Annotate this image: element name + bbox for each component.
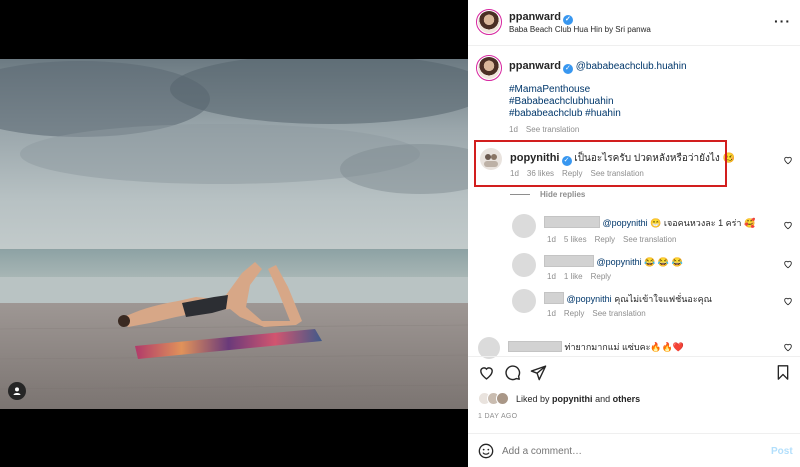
reply-meta: 1d Reply See translation [547,309,654,318]
comment-text: ท่ายากมากแม่ แซ่บคะ🔥🔥❤️ [564,342,685,352]
comment-icon[interactable] [504,364,521,381]
media-pane [0,0,468,467]
reply-time: 1d [547,309,556,318]
verified-badge-icon: ✓ [562,15,573,25]
post-header: ppanward ✓ Baba Beach Club Hua Hin by Sri… [468,0,800,46]
reply-avatar[interactable] [512,214,536,238]
heart-icon[interactable] [783,296,793,306]
liked-by-prefix: Liked by [516,394,550,404]
reply-button[interactable]: Reply [595,235,615,244]
highlight-box [474,140,727,187]
heart-icon[interactable] [478,364,495,381]
instagram-post-view: ppanward ✓ Baba Beach Club Hua Hin by Sri… [0,0,800,467]
hashtag-line[interactable]: #MamaPenthouse [509,84,621,96]
reply-meta: 1d 5 likes Reply See translation [547,235,684,244]
comment-item: ท่ายากมากแม่ แซ่บคะ🔥🔥❤️ [508,340,684,354]
emoji-icon[interactable] [478,443,494,459]
comment-composer: Post [468,433,800,467]
reply-item: @popynithi คุณไม่เข้าใจแฟชั่นอะคุณ [544,292,712,306]
see-translation-link[interactable]: See translation [526,125,579,134]
reply-mention[interactable]: @popynithi [597,257,642,267]
caption-meta: 1d See translation [509,125,587,134]
beach-photo-image [0,59,468,409]
reply-avatar[interactable] [512,289,536,313]
share-icon[interactable] [530,364,547,381]
author-avatar[interactable] [476,9,502,35]
liked-by-user[interactable]: popynithi [552,394,593,404]
reply-button[interactable]: Reply [591,272,611,281]
reply-mention[interactable]: @popynithi [603,218,648,228]
hashtag-line[interactable]: #bababeachclub #huahin [509,108,621,120]
reply-meta: 1d 1 like Reply [547,272,619,281]
caption-time: 1d [509,125,518,134]
reply-likes[interactable]: 5 likes [564,235,587,244]
reply-item: @popynithi 😂 😂 😂 [544,255,683,268]
author-username[interactable]: ppanward [509,11,561,23]
comment-input[interactable] [502,442,752,460]
hashtag-line[interactable]: #Bababeachclubhuahin [509,96,621,108]
heart-icon[interactable] [783,220,793,230]
heart-icon[interactable] [783,155,793,165]
post-location[interactable]: Baba Beach Club Hua Hin by Sri panwa [509,25,651,34]
caption-mention[interactable]: @bababeachclub.huahin [576,61,687,72]
post-photo[interactable] [0,59,468,409]
redacted-username [544,216,600,228]
verified-badge-icon: ✓ [562,64,573,74]
action-bar [468,356,800,386]
redacted-username [544,255,594,267]
reply-text: คุณไม่เข้าใจแฟชั่นอะคุณ [614,294,713,304]
bookmark-icon[interactable] [775,364,791,381]
caption-author[interactable]: ppanward [509,60,561,72]
redacted-username [544,292,564,304]
heart-icon[interactable] [783,259,793,269]
hide-replies-button[interactable]: Hide replies [540,190,585,199]
liked-by-others[interactable]: others [613,394,641,404]
reply-text: 😁 เจอคนหวงละ 1 คร่า 🥰 [650,218,756,228]
reply-time: 1d [547,235,556,244]
see-translation-link[interactable]: See translation [592,309,645,318]
reply-avatar[interactable] [512,253,536,277]
reply-mention[interactable]: @popynithi [567,294,612,304]
user-tag-icon[interactable] [8,382,26,400]
reply-text: 😂 😂 😂 [644,257,683,267]
liked-by-line: Liked by popynithi and others [516,394,640,404]
see-translation-link[interactable]: See translation [623,235,676,244]
more-options-icon[interactable]: ··· [774,13,791,29]
redacted-username [508,341,562,352]
caption-hashtags: #MamaPenthouse #Bababeachclubhuahin #bab… [509,84,621,120]
reply-time: 1d [547,272,556,281]
liker-avatar [496,392,509,405]
caption-line: ppanward ✓ @bababeachclub.huahin [509,60,687,74]
reply-item: @popynithi 😁 เจอคนหวงละ 1 คร่า 🥰 [544,216,755,230]
post-date[interactable]: 1 DAY AGO [478,413,517,420]
caption-author-avatar[interactable] [476,55,502,81]
post-comment-button[interactable]: Post [771,446,793,457]
replies-divider [510,194,530,195]
reply-likes[interactable]: 1 like [564,272,583,281]
liked-by-and: and [595,394,611,404]
reply-button[interactable]: Reply [564,309,584,318]
post-details-panel: ppanward ✓ Baba Beach Club Hua Hin by Sri… [468,0,800,467]
heart-icon[interactable] [783,342,793,352]
